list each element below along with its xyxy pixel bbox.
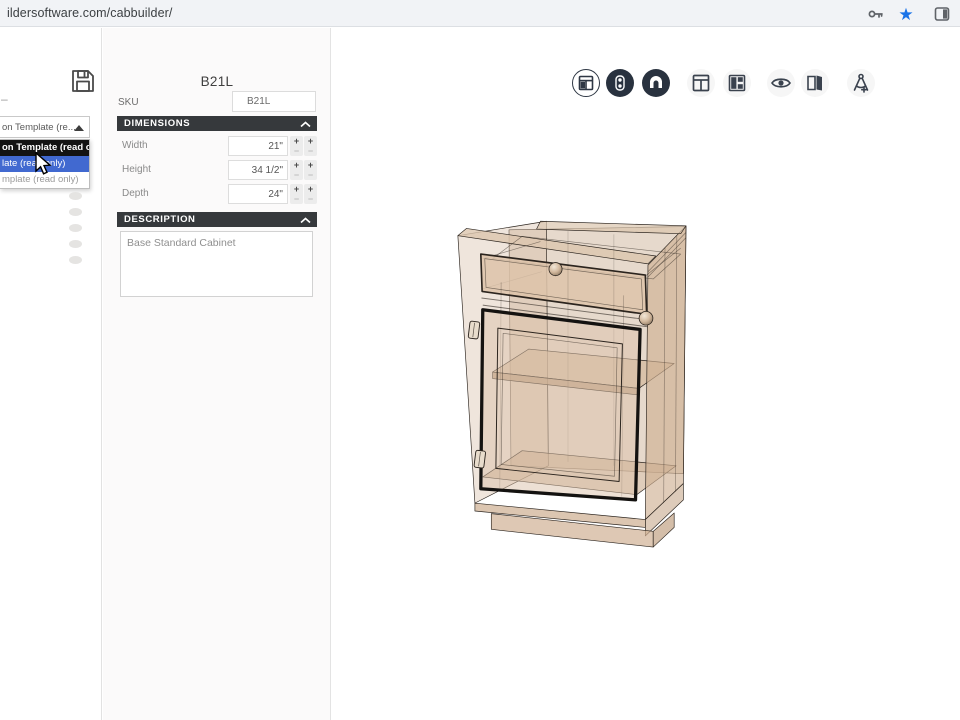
depth-stepper-large[interactable]: + − (304, 184, 317, 204)
height-stepper-small[interactable]: + − (290, 160, 303, 180)
visibility-icon[interactable] (69, 256, 82, 264)
url-bar[interactable]: ildersoftware.com/cabbuilder/ (7, 6, 172, 20)
template-select-value: on Template (re... (2, 121, 76, 133)
visibility-icon[interactable] (69, 224, 82, 232)
truncated-label: – (1, 92, 8, 106)
bookmark-star-icon[interactable]: ★ (896, 4, 916, 24)
dimensions-header-label: DIMENSIONS (124, 118, 191, 129)
dropdown-item-1[interactable]: on Template (read on... (0, 140, 89, 156)
dimensions-section-header[interactable]: DIMENSIONS (117, 116, 317, 131)
template-dropdown-list: on Template (read on... late (read only)… (0, 139, 90, 189)
dropdown-item-2[interactable]: late (read only) (0, 156, 89, 172)
visibility-icon[interactable] (69, 192, 82, 200)
visibility-icon[interactable] (69, 208, 82, 216)
cabinet-3d-model[interactable] (332, 28, 960, 720)
height-label: Height (122, 164, 151, 175)
width-stepper-large[interactable]: + − (304, 136, 317, 156)
key-icon[interactable] (866, 4, 886, 24)
side-panel-icon[interactable] (932, 4, 952, 24)
template-select[interactable]: on Template (re... (0, 116, 90, 138)
depth-label: Depth (122, 188, 149, 199)
width-input[interactable] (228, 136, 288, 156)
visibility-icon[interactable] (69, 240, 82, 248)
visibility-dot-column (69, 192, 82, 264)
chevron-up-icon (300, 121, 311, 128)
sku-label: SKU (118, 97, 139, 108)
description-header-label: DESCRIPTION (124, 214, 196, 225)
chevron-up-icon (300, 217, 311, 224)
browser-topbar: ildersoftware.com/cabbuilder/ ★ (0, 0, 960, 27)
properties-panel: B21L SKU DIMENSIONS Width +− +− Height +… (103, 28, 331, 720)
depth-input[interactable] (228, 184, 288, 204)
width-label: Width (122, 140, 148, 151)
page-title: B21L (200, 74, 234, 89)
width-stepper-small[interactable]: + − (290, 136, 303, 156)
dropdown-item-3[interactable]: mplate (read only) (0, 172, 89, 188)
save-button[interactable] (70, 68, 96, 94)
viewer-canvas[interactable] (332, 28, 960, 720)
description-section-header[interactable]: DESCRIPTION (117, 212, 317, 227)
height-stepper-large[interactable]: + − (304, 160, 317, 180)
template-sidebar: – on Template (re... on Template (read o… (0, 28, 102, 720)
description-textarea[interactable]: Base Standard Cabinet (120, 231, 313, 297)
cabbuilder-app: ildersoftware.com/cabbuilder/ ★ – on Tem… (0, 0, 960, 720)
chevron-up-icon (74, 125, 84, 131)
height-input[interactable] (228, 160, 288, 180)
sku-input[interactable] (232, 91, 316, 112)
depth-stepper-small[interactable]: + − (290, 184, 303, 204)
